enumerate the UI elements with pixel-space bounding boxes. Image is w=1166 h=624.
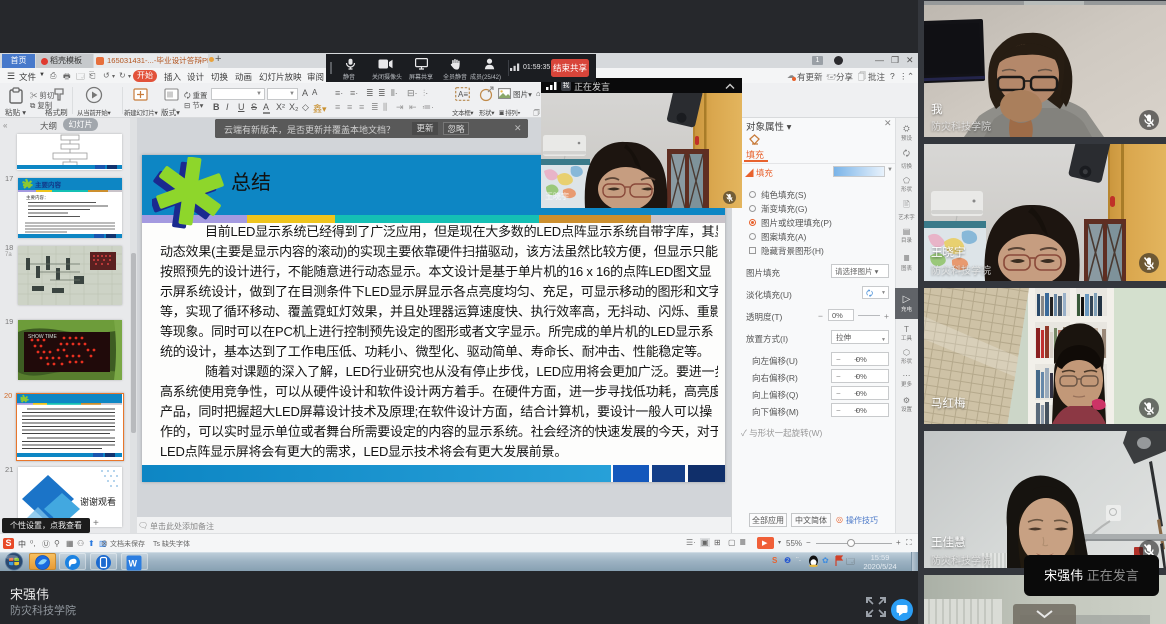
svg-text:A≡: A≡	[458, 90, 468, 99]
svg-text:谢谢观看: 谢谢观看	[80, 496, 116, 507]
svg-text:SHOW TIME: SHOW TIME	[28, 334, 57, 340]
svg-text:主要内容：: 主要内容：	[26, 194, 49, 201]
svg-text:W: W	[129, 558, 138, 568]
svg-text:主要内容: 主要内容	[35, 180, 62, 189]
svg-text:王晓宇: 王晓宇	[545, 191, 569, 201]
